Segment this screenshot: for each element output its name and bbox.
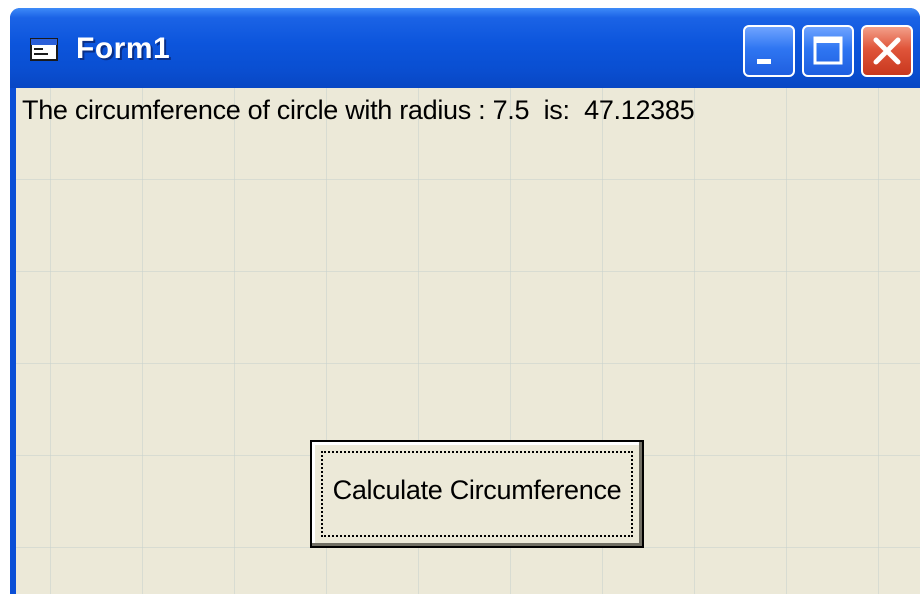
title-bar[interactable]: Form1 [10,8,920,88]
circumference-output-text: The circumference of circle with radius … [22,95,695,125]
minimize-icon [757,59,771,64]
form1-window: Form1 The circumference of circle with r… [10,8,920,594]
maximize-icon [813,36,843,65]
close-icon [873,37,901,65]
minimize-button[interactable] [743,25,795,77]
form-window-icon [30,36,60,62]
calculate-circumference-button[interactable]: Calculate Circumference [310,440,644,548]
window-title: Form1 [76,32,171,65]
close-button[interactable] [861,25,913,77]
button-label: Calculate Circumference [332,475,622,505]
maximize-button[interactable] [802,25,854,77]
form-client-area: The circumference of circle with radius … [16,88,920,594]
